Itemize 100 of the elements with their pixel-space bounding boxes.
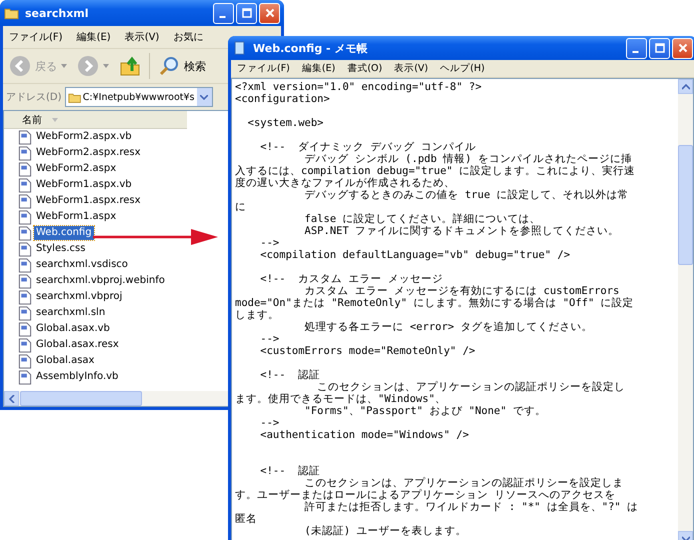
menu-item[interactable]: 表示(V) [124, 30, 160, 44]
text-line: このセクションは、アプリケーションの認証ポリシーを設定しま [304, 477, 624, 489]
text-line: カスタム エラー メッセージを有効にするには customErrors [304, 285, 620, 297]
file-name: searchxml.vbproj [35, 290, 124, 304]
file-item[interactable]: Global.asax [4, 353, 96, 369]
file-name: Styles.css [35, 242, 86, 256]
text-line: <customErrors mode="RemoteOnly" /> [259, 345, 476, 357]
text-line: このセクションは、アプリケーションの認証ポリシーを設定し [316, 381, 626, 393]
close-button[interactable] [672, 38, 693, 58]
file-icon [18, 290, 32, 304]
file-item[interactable]: WebForm1.aspx [4, 209, 118, 225]
file-icon [18, 242, 32, 256]
file-name: Global.asax [35, 354, 96, 368]
file-icon [18, 130, 32, 144]
file-item[interactable]: WebForm1.aspx.resx [4, 193, 142, 209]
file-name: AssemblyInfo.vb [35, 370, 120, 384]
text-line: デバッグするときのみこの値を true に設定して、それ以外は常 [304, 189, 628, 201]
close-button[interactable] [259, 2, 280, 24]
file-icon [18, 338, 32, 352]
text-line: <system.web> [246, 117, 324, 129]
maximize-icon [654, 43, 664, 53]
text-line: 度の遅い大きなファイルが作成されるため、 [235, 177, 455, 189]
file-name: Global.asax.vb [35, 322, 111, 336]
scroll-left-button[interactable] [4, 391, 19, 406]
close-icon [264, 8, 274, 18]
text-line: に [235, 201, 246, 213]
text-line: --> [259, 417, 280, 429]
file-item[interactable]: Global.asax.resx [4, 337, 121, 353]
file-name: WebForm1.aspx [35, 210, 118, 224]
folder-icon [4, 6, 19, 20]
scroll-up-button[interactable] [678, 79, 693, 94]
file-name: WebForm1.aspx.vb [35, 178, 133, 192]
text-line: 許可または拒否します。ワイルドカード : "*" は全員を、"?" は [304, 501, 638, 513]
text-line: 入するには、compilation debug="true" に設定します。これにより、実行速 [235, 165, 636, 177]
window-title: searchxml [25, 6, 89, 20]
maximize-button[interactable] [236, 2, 257, 24]
menu-item[interactable]: ファイル(F) [237, 62, 290, 75]
menu-item[interactable]: ヘルプ(H) [440, 62, 485, 75]
file-name: Web.config [34, 226, 94, 240]
text-line: デバッグ シンボル (.pdb 情報) をコンパイルされたページに挿 [304, 153, 632, 165]
minimize-icon [218, 16, 226, 18]
minimize-button[interactable] [213, 2, 234, 24]
text-line: mode="On"または "RemoteOnly" にします。無効にする場合は "Off" に設定 [235, 297, 634, 309]
file-name: searchxml.sln [35, 306, 106, 320]
file-icon [18, 226, 32, 240]
text-line: <configuration> [235, 93, 330, 105]
scrollbar-thumb[interactable] [678, 145, 693, 265]
menu-item[interactable]: 表示(V) [394, 62, 428, 75]
file-icon [18, 354, 32, 368]
file-item[interactable]: WebForm2.aspx.vb [4, 129, 134, 145]
file-item[interactable]: WebForm2.aspx.resx [4, 145, 142, 161]
file-icon [18, 210, 32, 224]
search-button[interactable]: 検索 [149, 53, 208, 79]
text-line: ASP.NET ファイルに関するドキュメントを参照してください。 [304, 225, 620, 237]
file-item[interactable]: searchxml.vbproj [4, 289, 124, 305]
file-item[interactable]: Styles.css [4, 241, 88, 257]
maximize-button[interactable] [649, 38, 670, 58]
file-name: WebForm1.aspx.resx [35, 194, 142, 208]
text-line: (未認証) ユーザーを表します。 [304, 525, 467, 537]
address-field[interactable]: C:¥Inetpub¥wwwroot¥s [64, 87, 213, 107]
search-icon [158, 55, 180, 77]
caret-icon [103, 64, 109, 68]
text-line: <!-- 認証 [259, 465, 320, 477]
file-name: WebForm2.aspx.vb [35, 130, 133, 144]
file-item[interactable]: Web.config [4, 225, 94, 241]
menu-item[interactable]: 編集(E) [302, 62, 336, 75]
text-line: <!-- 認証 [259, 369, 320, 381]
text-line: <!-- ダイナミック デバッグ コンパイル [259, 141, 476, 153]
text-line: <authentication mode="Windows" /> [259, 429, 469, 441]
minimize-button[interactable] [626, 38, 647, 58]
text-line: <!-- カスタム エラー メッセージ [259, 273, 443, 285]
text-line: --> [259, 237, 280, 249]
file-icon [18, 146, 32, 160]
file-name: WebForm2.aspx [35, 162, 118, 176]
text-line: <compilation defaultLanguage="vb" debug="true" /> [259, 249, 570, 261]
file-icon [18, 178, 32, 192]
address-label: アドレス(D) [6, 91, 62, 104]
maximize-icon [242, 8, 252, 18]
file-icon [18, 370, 32, 384]
menu-item[interactable]: お気に [173, 30, 204, 44]
text-line: --> [259, 333, 280, 345]
window-title: Web.config - メモ帳 [253, 40, 368, 56]
menu-item[interactable]: 編集(E) [76, 30, 111, 44]
file-icon [18, 194, 32, 208]
text-line: します。 [235, 309, 279, 321]
column-header[interactable]: 名前 [4, 111, 187, 129]
file-item[interactable]: searchxml.vsdisco [4, 257, 130, 273]
close-icon [678, 43, 688, 53]
file-item[interactable]: AssemblyInfo.vb [4, 369, 120, 385]
menu-item[interactable]: 書式(O) [347, 62, 382, 75]
file-name: searchxml.vsdisco [35, 258, 129, 272]
file-item[interactable]: WebForm1.aspx.vb [4, 177, 134, 193]
file-item[interactable]: WebForm2.aspx [4, 161, 118, 177]
file-item[interactable]: searchxml.vbproj.webinfo [4, 273, 167, 289]
text-line: <?xml version="1.0" encoding="utf-8" ?> [235, 81, 482, 93]
text-line: す。ユーザーまたはロールによるアプリケーション リソースへのアクセスを [235, 489, 616, 501]
file-item[interactable]: Global.asax.vb [4, 321, 112, 337]
scrollbar-thumb[interactable] [20, 391, 142, 406]
file-item[interactable]: searchxml.sln [4, 305, 108, 321]
menu-item[interactable]: ファイル(F) [9, 30, 63, 44]
